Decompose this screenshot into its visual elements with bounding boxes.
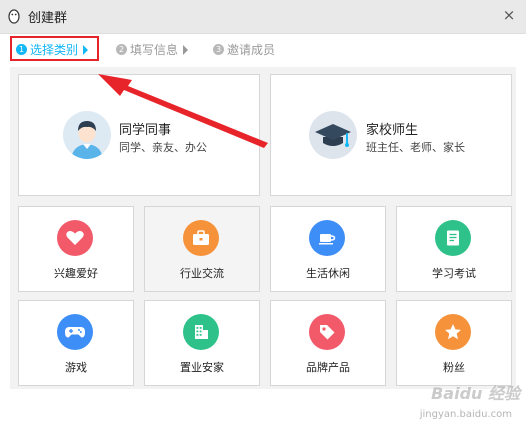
heart-icon bbox=[57, 220, 93, 256]
graduation-cap-icon bbox=[309, 111, 357, 159]
category-label: 品牌产品 bbox=[306, 361, 350, 374]
building-icon bbox=[183, 314, 219, 350]
category-industry[interactable]: 行业交流 bbox=[144, 206, 260, 292]
category-label: 生活休闲 bbox=[306, 267, 350, 280]
tag-icon bbox=[309, 314, 345, 350]
briefcase-icon bbox=[183, 220, 219, 256]
annotation-highlight-box bbox=[10, 36, 99, 61]
category-fans[interactable]: 粉丝 bbox=[396, 300, 512, 386]
step-arrow-icon bbox=[183, 44, 189, 55]
category-games[interactable]: 游戏 bbox=[18, 300, 134, 386]
category-label: 游戏 bbox=[65, 361, 87, 374]
card-title: 同学同事 bbox=[119, 123, 172, 138]
qq-penguin-icon bbox=[8, 9, 20, 24]
close-button[interactable]: × bbox=[500, 6, 518, 24]
window-title: 创建群 bbox=[28, 11, 68, 26]
step-number: 3 bbox=[213, 44, 224, 55]
step-label: 邀请成员 bbox=[227, 43, 276, 57]
card-school-teachers[interactable]: 家校师生 班主任、老师、家长 bbox=[270, 74, 512, 196]
category-label: 兴趣爱好 bbox=[54, 267, 98, 280]
step-label: 填写信息 bbox=[130, 43, 179, 57]
category-label: 行业交流 bbox=[180, 267, 224, 280]
step-invite-members: 3 邀请成员 bbox=[213, 41, 275, 58]
title-bar: 创建群 × bbox=[0, 0, 526, 34]
baidu-watermark-url: jingyan.baidu.com bbox=[419, 409, 512, 420]
gamepad-icon bbox=[57, 314, 93, 350]
step-number: 2 bbox=[116, 44, 127, 55]
notebook-icon bbox=[435, 220, 471, 256]
card-classmates-colleagues[interactable]: 同学同事 同学、亲友、办公 bbox=[18, 74, 260, 196]
card-subtitle: 同学、亲友、办公 bbox=[119, 141, 207, 154]
category-real-estate[interactable]: 置业安家 bbox=[144, 300, 260, 386]
category-label: 学习考试 bbox=[432, 267, 476, 280]
step-fill-info: 2 填写信息 bbox=[116, 41, 189, 58]
category-leisure[interactable]: 生活休闲 bbox=[270, 206, 386, 292]
category-panel: 同学同事 同学、亲友、办公 家校师生 班主任、老师、家长 兴趣爱好 行业交流 生… bbox=[10, 67, 516, 389]
category-interests[interactable]: 兴趣爱好 bbox=[18, 206, 134, 292]
card-title: 家校师生 bbox=[366, 123, 419, 138]
student-avatar-icon bbox=[63, 111, 111, 159]
category-label: 置业安家 bbox=[180, 361, 224, 374]
card-subtitle: 班主任、老师、家长 bbox=[366, 141, 465, 154]
coffee-cup-icon bbox=[309, 220, 345, 256]
category-label: 粉丝 bbox=[443, 361, 465, 374]
star-icon bbox=[435, 314, 471, 350]
baidu-watermark: Baidu 经验 bbox=[431, 384, 520, 403]
category-brand-products[interactable]: 品牌产品 bbox=[270, 300, 386, 386]
category-study[interactable]: 学习考试 bbox=[396, 206, 512, 292]
